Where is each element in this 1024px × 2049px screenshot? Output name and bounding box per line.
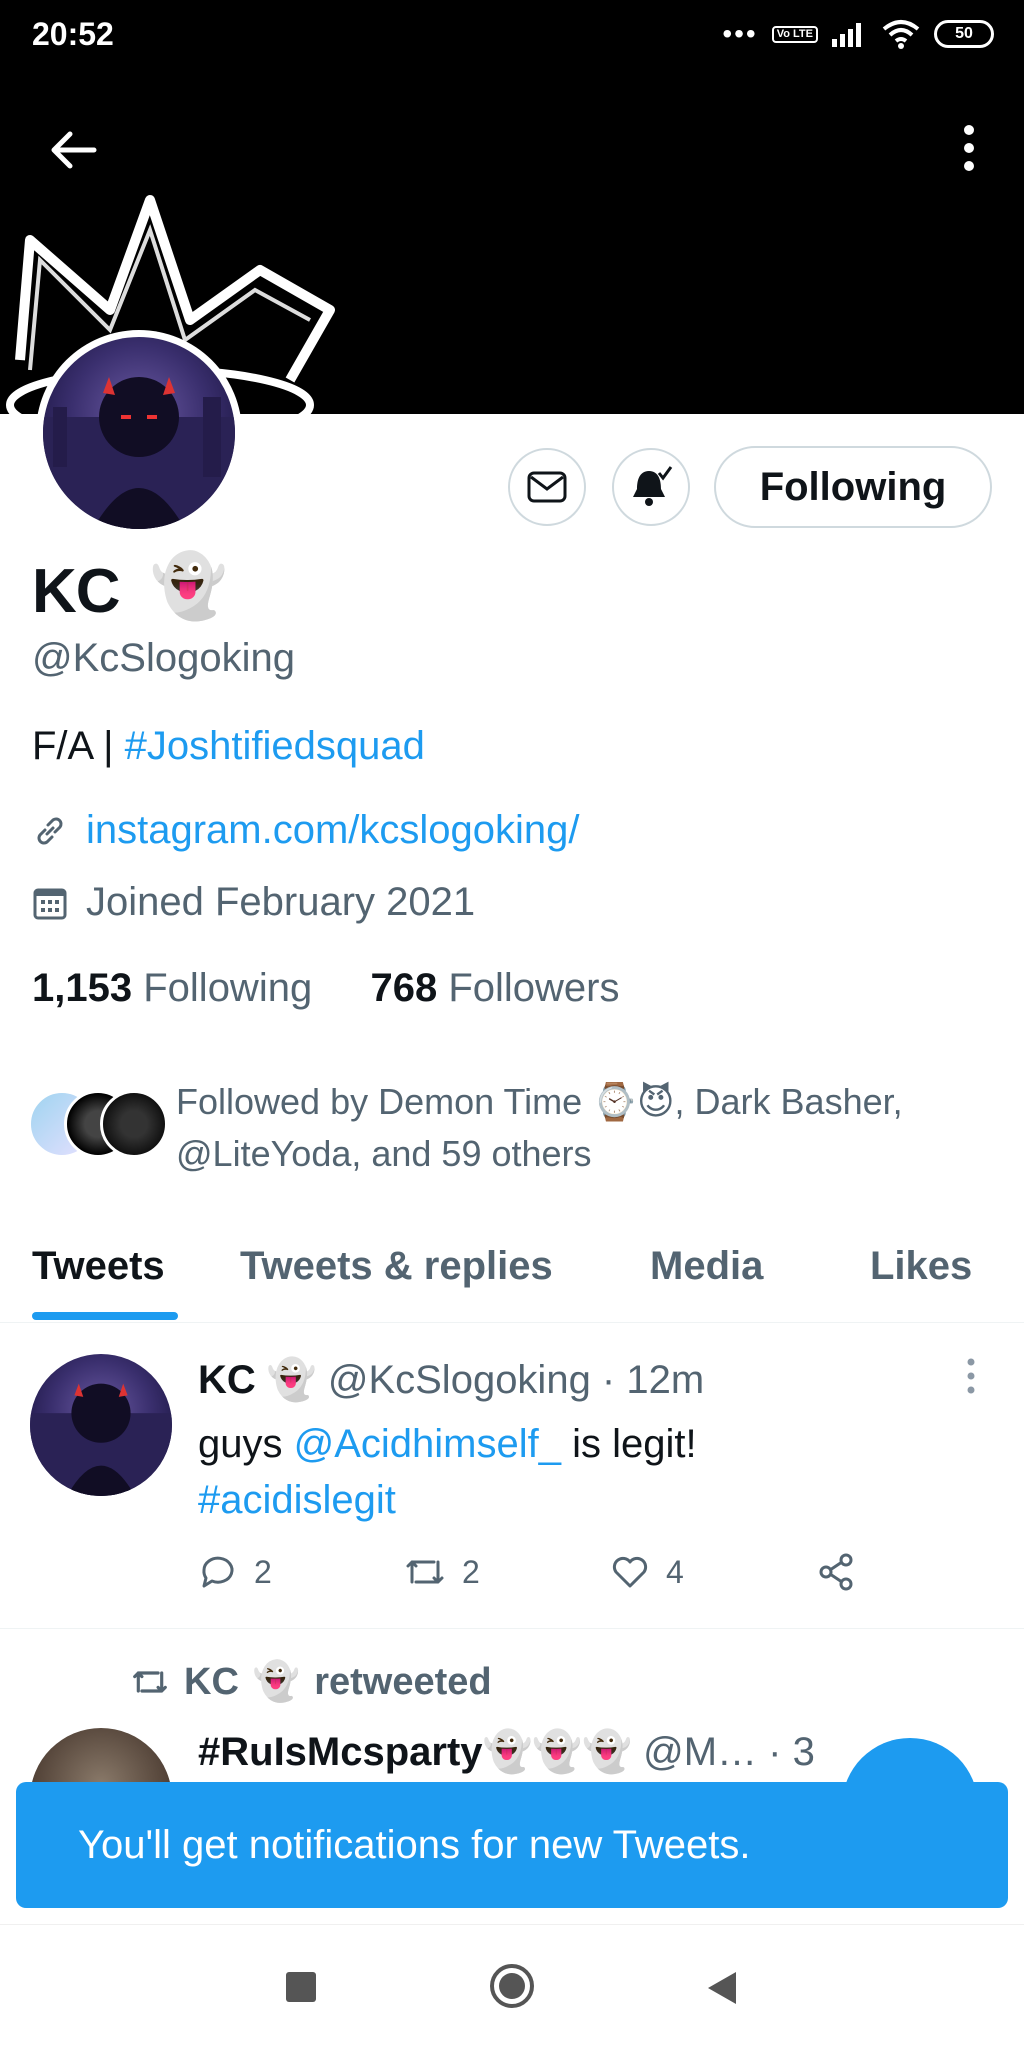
status-bar: 20:52 ••• Vo LTE 50 bbox=[0, 0, 1024, 70]
share-button[interactable] bbox=[816, 1552, 856, 1592]
following-count-link[interactable]: 1,153 Following bbox=[32, 966, 312, 1010]
follow-counts: 1,153 Following 768 Followers bbox=[32, 966, 619, 1011]
tweet-mention[interactable]: @Acidhimself_ bbox=[294, 1422, 561, 1466]
status-icons: ••• Vo LTE 50 bbox=[722, 18, 994, 50]
joined-row: Joined February 2021 bbox=[32, 880, 475, 925]
tweet-text-post: is legit! bbox=[560, 1422, 697, 1466]
back-triangle-icon[interactable] bbox=[706, 1970, 738, 2006]
reply-icon bbox=[202, 1556, 234, 1588]
tweet-author-name[interactable]: #RuIsMcsparty bbox=[198, 1730, 483, 1774]
followers-label: Followers bbox=[448, 966, 620, 1010]
tweet-text: guys @Acidhimself_ is legit! #acidislegi… bbox=[198, 1416, 958, 1528]
signal-icon bbox=[832, 23, 861, 47]
tweet-avatar-art bbox=[30, 1383, 172, 1496]
followed-by-avatars[interactable] bbox=[28, 1090, 168, 1158]
joined-date: Joined February 2021 bbox=[86, 880, 476, 924]
follower-avatar bbox=[100, 1090, 168, 1158]
following-button[interactable]: Following bbox=[714, 446, 992, 528]
tweet-author-name[interactable]: KC bbox=[198, 1358, 256, 1402]
calendar-icon bbox=[33, 888, 67, 919]
reply-button[interactable]: 2 bbox=[198, 1552, 272, 1592]
tweet-header: #RuIsMcsparty👻👻👻 @M… · 3 bbox=[198, 1728, 815, 1775]
tweet-header: KC 👻 @KcSlogoking · 12m bbox=[198, 1356, 704, 1403]
bell-check-icon bbox=[633, 466, 673, 506]
followers-count: 768 bbox=[370, 966, 438, 1010]
profile-tabs: Tweets Tweets & replies Media Likes bbox=[0, 1230, 1024, 1323]
tweet-avatar[interactable] bbox=[30, 1354, 172, 1496]
following-label: Following bbox=[143, 966, 313, 1010]
notification-toast: You'll get notifications for new Tweets. bbox=[16, 1782, 1008, 1908]
recents-icon[interactable] bbox=[286, 1972, 316, 2002]
bio-hashtag[interactable]: #Joshtifiedsquad bbox=[125, 724, 425, 768]
tweet-divider bbox=[0, 1628, 1024, 1629]
tweet-handle-time: @M… · 3 bbox=[643, 1730, 815, 1774]
reply-count: 2 bbox=[254, 1553, 272, 1590]
back-arrow-icon[interactable] bbox=[44, 120, 104, 180]
home-icon[interactable] bbox=[488, 1962, 536, 2010]
tweet-hashtag[interactable]: #acidislegit bbox=[198, 1478, 396, 1522]
retweeted-label: retweeted bbox=[314, 1660, 492, 1703]
notifications-button[interactable] bbox=[612, 448, 690, 526]
avatar-art bbox=[43, 377, 235, 529]
retweeter-emoji: 👻 bbox=[252, 1661, 301, 1703]
tab-tweets-replies[interactable]: Tweets & replies bbox=[240, 1244, 553, 1289]
profile-name: KC bbox=[32, 557, 121, 626]
retweet-indicator-icon bbox=[133, 1671, 167, 1693]
message-button[interactable] bbox=[508, 448, 586, 526]
retweeted-row: KC 👻 retweeted bbox=[130, 1660, 492, 1704]
profile-handle: @KcSlogoking bbox=[32, 636, 295, 680]
tab-tweets[interactable]: Tweets bbox=[32, 1244, 165, 1289]
tweet-author-emoji: 👻 bbox=[266, 1358, 317, 1402]
tweet-handle-time: @KcSlogoking · 12m bbox=[327, 1358, 705, 1402]
like-button[interactable]: 4 bbox=[610, 1552, 684, 1592]
profile-bio: F/A | #Joshtifiedsquad bbox=[32, 724, 425, 769]
tab-media[interactable]: Media bbox=[650, 1244, 763, 1289]
tweet-actions: 2 2 4 bbox=[198, 1552, 878, 1602]
name-emoji: 👻 bbox=[150, 552, 228, 621]
profile-link-row: instagram.com/kcslogoking/ bbox=[32, 808, 580, 853]
followers-count-link[interactable]: 768 Followers bbox=[370, 966, 619, 1010]
volte-icon: Vo LTE bbox=[771, 25, 818, 43]
toast-message: You'll get notifications for new Tweets. bbox=[78, 1822, 751, 1867]
following-count: 1,153 bbox=[32, 966, 133, 1010]
retweet-button[interactable]: 2 bbox=[404, 1552, 480, 1592]
tweet-more-icon[interactable] bbox=[962, 1356, 980, 1396]
battery-icon: 50 bbox=[934, 20, 994, 48]
share-icon bbox=[819, 1553, 853, 1591]
tweet-author-emoji: 👻👻👻 bbox=[482, 1730, 632, 1774]
retweeter-name[interactable]: KC bbox=[184, 1661, 239, 1704]
tweet-text-pre: guys bbox=[198, 1422, 294, 1466]
profile-avatar[interactable] bbox=[36, 330, 242, 536]
retweet-count: 2 bbox=[462, 1553, 480, 1590]
mail-icon bbox=[527, 471, 567, 503]
tab-likes[interactable]: Likes bbox=[870, 1244, 972, 1289]
more-options-icon[interactable] bbox=[954, 118, 984, 178]
wifi-icon bbox=[882, 20, 920, 49]
bio-text: F/A | bbox=[32, 724, 125, 768]
active-tab-indicator bbox=[32, 1312, 178, 1320]
followed-by-text[interactable]: Followed by Demon Time ⌚😈, Dark Basher, … bbox=[176, 1076, 986, 1180]
retweet-icon bbox=[406, 1560, 444, 1584]
status-dots: ••• bbox=[722, 18, 758, 49]
like-count: 4 bbox=[666, 1553, 684, 1590]
status-time: 20:52 bbox=[32, 16, 114, 52]
profile-link[interactable]: instagram.com/kcslogoking/ bbox=[86, 808, 580, 853]
link-icon bbox=[37, 817, 63, 844]
heart-icon bbox=[612, 1556, 648, 1588]
